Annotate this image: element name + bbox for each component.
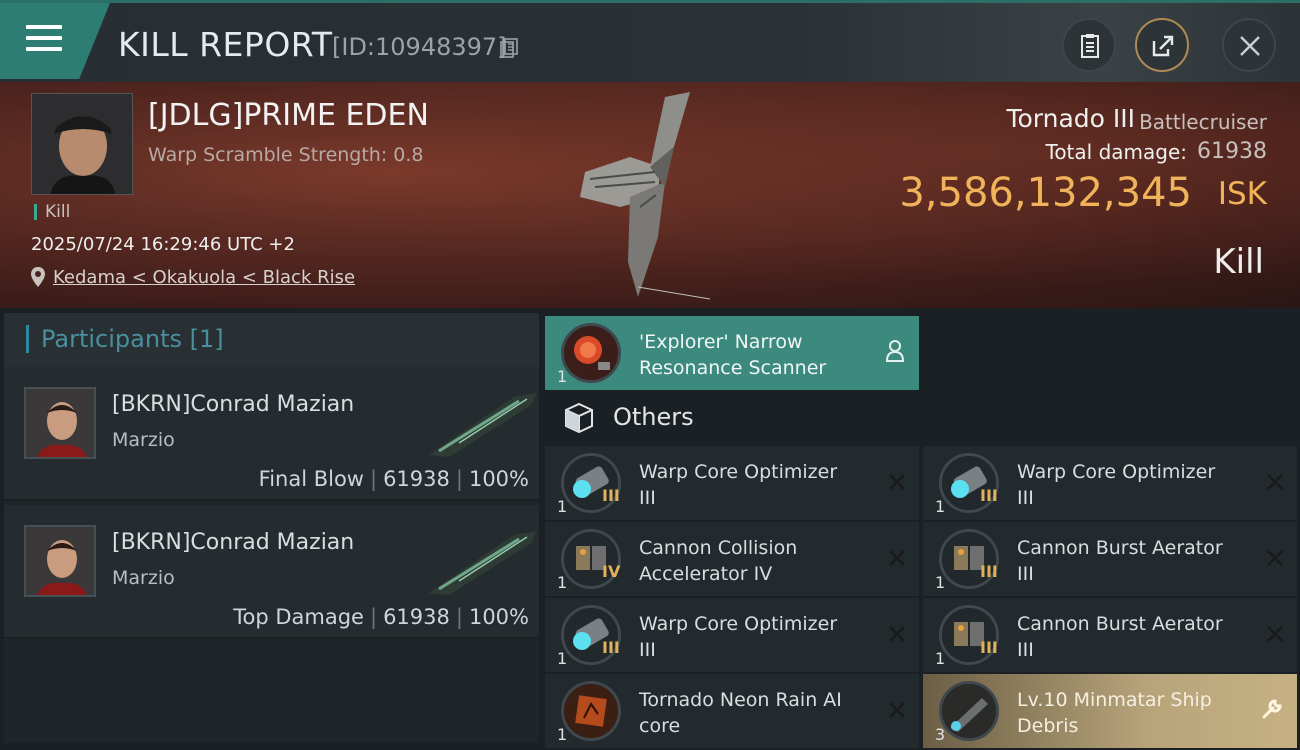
others-label: Others bbox=[613, 403, 694, 431]
victim-banner: [JDLG]PRIME EDEN Warp Scramble Strength:… bbox=[0, 82, 1300, 308]
item-card[interactable]: III 1 Cannon Burst Aerator III bbox=[923, 598, 1297, 672]
participant-corp: Marzio bbox=[112, 567, 175, 589]
item-tier: III bbox=[980, 638, 998, 657]
item-quantity: 1 bbox=[557, 725, 568, 744]
menu-button[interactable] bbox=[0, 3, 110, 79]
ai-core-icon bbox=[561, 681, 621, 741]
item-name: Tornado Neon Rain AI core bbox=[639, 689, 842, 737]
item-quantity: 1 bbox=[935, 573, 946, 592]
header-bar: KILL REPORT [ID:10948397] bbox=[0, 0, 1300, 82]
ship-name[interactable]: Tornado III bbox=[1006, 104, 1135, 133]
item-name: Warp Core Optimizer III bbox=[1017, 461, 1216, 509]
item-quantity: 1 bbox=[935, 497, 946, 516]
report-id: [ID:10948397] bbox=[332, 33, 507, 61]
share-icon bbox=[1152, 35, 1174, 57]
hamburger-icon bbox=[26, 25, 62, 55]
location-pin-icon bbox=[31, 267, 45, 287]
ship-debris-icon bbox=[939, 681, 999, 741]
clipboard-button[interactable] bbox=[1062, 18, 1116, 72]
item-tier: III bbox=[602, 638, 620, 657]
participant-damage: 61938 bbox=[383, 467, 450, 491]
item-name: Lv.10 Minmatar Ship Debris bbox=[1017, 689, 1212, 737]
item-card[interactable]: III 1 Warp Core Optimizer III bbox=[923, 446, 1297, 520]
participant-name[interactable]: [BKRN]Conrad Mazian bbox=[112, 530, 354, 555]
participant-ship-image bbox=[429, 531, 537, 595]
warp-scramble-strength: Warp Scramble Strength: 0.8 bbox=[148, 144, 424, 166]
destroyed-x-icon bbox=[889, 626, 905, 642]
kill-datetime: 2025/07/24 16:29:46 UTC +2 bbox=[31, 234, 295, 255]
scanner-icon bbox=[561, 323, 621, 383]
item-tier: III bbox=[602, 486, 620, 505]
clipboard-icon bbox=[1081, 34, 1099, 58]
item-tier: IV bbox=[602, 562, 621, 581]
destroyed-x-icon bbox=[889, 702, 905, 718]
item-name: Warp Core Optimizer III bbox=[639, 613, 838, 661]
result-label: Kill bbox=[1213, 242, 1264, 282]
participant-avatar[interactable] bbox=[24, 525, 96, 597]
share-button[interactable] bbox=[1135, 18, 1189, 72]
victim-ship-image bbox=[580, 92, 711, 300]
participant-role: Final Blow bbox=[258, 467, 364, 491]
item-card[interactable]: III 1 Warp Core Optimizer III bbox=[545, 446, 919, 520]
participant-damage: 61938 bbox=[383, 605, 450, 629]
destroyed-x-icon bbox=[889, 474, 905, 490]
item-quantity: 1 bbox=[557, 649, 568, 668]
destroyed-x-icon bbox=[889, 550, 905, 566]
person-icon bbox=[885, 340, 905, 362]
close-button[interactable] bbox=[1222, 18, 1276, 72]
participant-percent: 100% bbox=[468, 467, 529, 491]
kill-tag: Kill bbox=[34, 204, 70, 221]
item-name: Cannon Burst Aerator III bbox=[1017, 537, 1223, 585]
victim-avatar[interactable] bbox=[31, 93, 133, 195]
participant-card[interactable]: [BKRN]Conrad Mazian Marzio Final Blow | 61… bbox=[4, 367, 539, 501]
item-quantity: 1 bbox=[557, 367, 568, 386]
destroyed-x-icon bbox=[1267, 626, 1283, 642]
participant-stats: Top Damage | 61938 | 100% bbox=[233, 605, 529, 629]
item-quantity: 1 bbox=[557, 573, 568, 592]
item-card[interactable]: 3 Lv.10 Minmatar Ship Debris bbox=[923, 674, 1297, 748]
participant-ship-image bbox=[429, 393, 537, 457]
participant-card[interactable]: [BKRN]Conrad Mazian Marzio Top Damage | 61… bbox=[4, 505, 539, 639]
isk-unit: ISK bbox=[1217, 176, 1267, 212]
item-quantity: 3 bbox=[935, 725, 946, 744]
location-link[interactable]: Kedama < Okakuola < Black Rise bbox=[53, 267, 355, 288]
item-quantity: 1 bbox=[557, 497, 568, 516]
participant-name[interactable]: [BKRN]Conrad Mazian bbox=[112, 392, 354, 417]
item-tier: III bbox=[980, 486, 998, 505]
victim-name[interactable]: [JDLG]PRIME EDEN bbox=[148, 98, 429, 133]
participant-percent: 100% bbox=[468, 605, 529, 629]
others-section-header: Others bbox=[543, 394, 1299, 444]
wrench-icon bbox=[1262, 699, 1282, 719]
total-damage-label: Total damage: bbox=[1045, 140, 1188, 164]
close-icon bbox=[1240, 36, 1260, 56]
item-card[interactable]: III 1 Warp Core Optimizer III bbox=[545, 598, 919, 672]
participants-panel: Participants [1] [BKRN]Conrad Mazian Mar… bbox=[4, 313, 539, 743]
participant-avatar[interactable] bbox=[24, 387, 96, 459]
item-name: 'Explorer' Narrow Resonance Scanner bbox=[639, 331, 827, 379]
destroyed-x-icon bbox=[1267, 474, 1283, 490]
cube-icon bbox=[565, 402, 593, 434]
item-quantity: 1 bbox=[935, 649, 946, 668]
participant-role: Top Damage bbox=[233, 605, 364, 629]
item-card[interactable]: IV 1 Cannon Collision Accelerator IV bbox=[545, 522, 919, 596]
item-name: Warp Core Optimizer III bbox=[639, 461, 838, 509]
ship-class: Battlecruiser bbox=[1139, 110, 1267, 134]
item-card[interactable]: 1 Tornado Neon Rain AI core bbox=[545, 674, 919, 748]
fitted-item-scanner[interactable]: 1 'Explorer' Narrow Resonance Scanner bbox=[545, 316, 919, 390]
participants-header: Participants [1] bbox=[4, 313, 539, 367]
participant-stats: Final Blow | 61938 | 100% bbox=[258, 467, 529, 491]
item-card[interactable]: III 1 Cannon Burst Aerator III bbox=[923, 522, 1297, 596]
total-damage-value: 61938 bbox=[1197, 139, 1267, 164]
item-tier: III bbox=[980, 562, 998, 581]
copy-icon[interactable] bbox=[500, 38, 518, 58]
destroyed-x-icon bbox=[1267, 550, 1283, 566]
item-name: Cannon Burst Aerator III bbox=[1017, 613, 1223, 661]
isk-value: 3,586,132,345 bbox=[899, 170, 1192, 216]
participant-corp: Marzio bbox=[112, 429, 175, 451]
page-title: KILL REPORT bbox=[118, 25, 333, 64]
participants-title: Participants [1] bbox=[26, 325, 224, 353]
item-name: Cannon Collision Accelerator IV bbox=[639, 537, 798, 585]
